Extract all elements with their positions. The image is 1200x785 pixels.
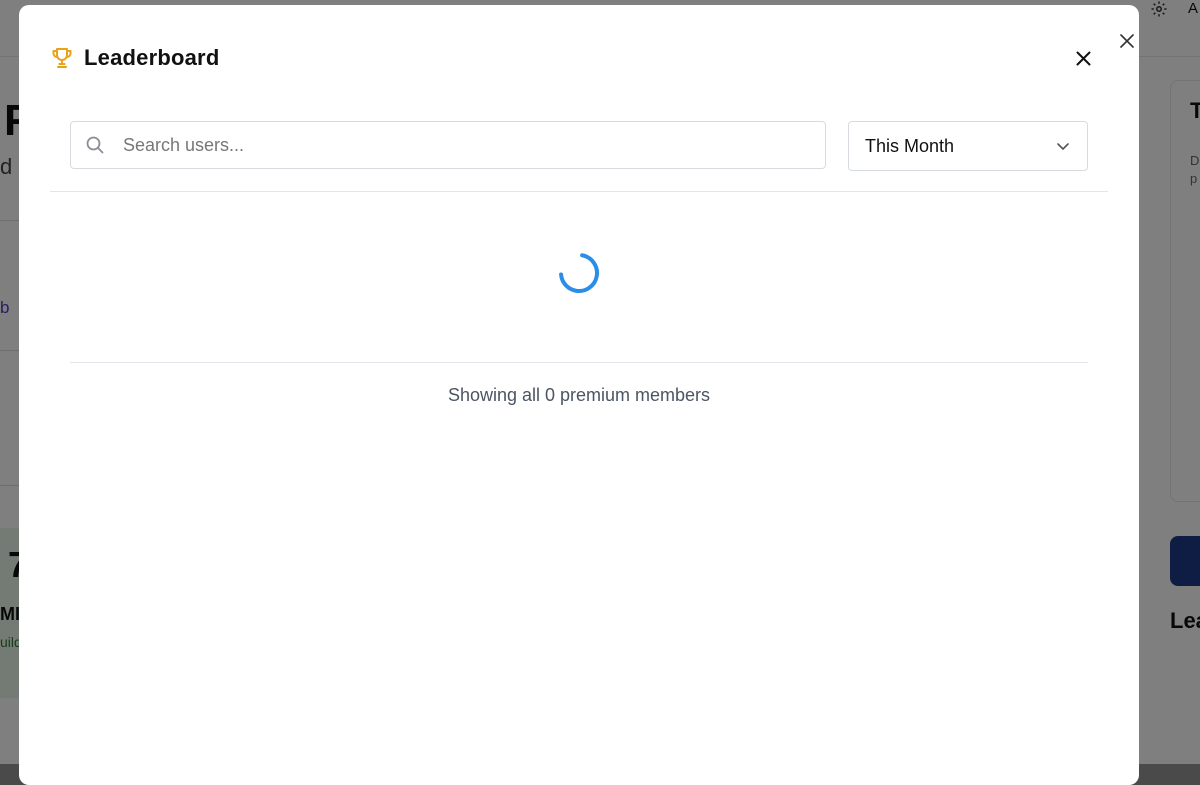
close-icon — [1120, 34, 1134, 48]
period-select[interactable]: This Month — [848, 121, 1088, 171]
chevron-down-icon — [1057, 143, 1069, 150]
close-icon — [1076, 51, 1090, 65]
member-count-status: Showing all 0 premium members — [447, 385, 711, 405]
leaderboard-close-button[interactable] — [1071, 46, 1095, 70]
search-icon — [86, 136, 104, 154]
leaderboard-modal: Leaderboard This Month Showing all 0 pre… — [19, 5, 1139, 785]
search-field[interactable] — [70, 121, 826, 169]
footer-divider — [70, 362, 1088, 363]
header-divider — [50, 191, 1108, 192]
modal-header: Leaderboard — [50, 43, 219, 73]
modal-close-button[interactable] — [1115, 29, 1139, 53]
search-input[interactable] — [121, 133, 805, 157]
modal-title: Leaderboard — [84, 45, 220, 70]
trophy-icon — [52, 48, 72, 68]
loading-spinner — [559, 253, 599, 293]
period-select-value: This Month — [865, 135, 955, 156]
